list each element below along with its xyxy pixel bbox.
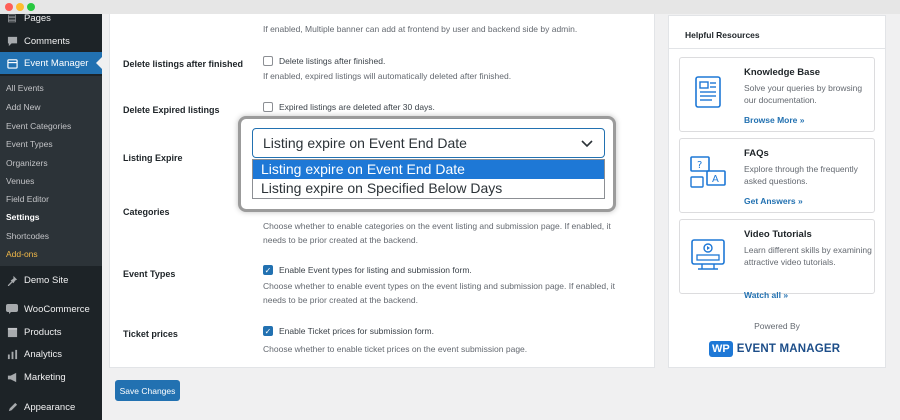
maximize-window-dot[interactable]	[27, 3, 35, 11]
delete-expired-label: Delete Expired listings	[123, 105, 220, 115]
card-text: Solve your queries by browsing our docum…	[744, 83, 863, 105]
delete-after-finished-checkbox[interactable]	[263, 56, 273, 66]
event-types-description-line2: needs to be prior created at the backend…	[263, 295, 418, 305]
submenu-event-categories[interactable]: Event Categories	[6, 121, 71, 131]
helpful-resources-panel: Helpful Resources Knowledge Base Solve y…	[668, 15, 886, 368]
pin-icon	[6, 274, 18, 286]
video-tutorial-icon	[691, 239, 725, 270]
window-titlebar	[0, 0, 900, 14]
chevron-down-icon	[581, 140, 593, 148]
submenu-add-ons[interactable]: Add-ons	[6, 249, 38, 259]
event-types-label: Event Types	[123, 269, 176, 279]
sidebar-item-label: WooCommerce	[24, 303, 90, 315]
submenu-shortcodes[interactable]: Shortcodes	[6, 231, 49, 241]
sidebar-item-comments[interactable]: Comments	[0, 30, 102, 52]
close-window-dot[interactable]	[5, 3, 13, 11]
watch-all-link[interactable]: Watch all »	[744, 290, 788, 300]
logo-badge: WP	[709, 341, 733, 357]
delete-after-finished-label: Delete listings after finished	[123, 59, 244, 69]
listing-expire-option-specified-days[interactable]: Listing expire on Specified Below Days	[253, 179, 604, 198]
card-text: Learn different skills by examining attr…	[744, 245, 872, 267]
appearance-icon	[6, 401, 18, 413]
listing-expire-dropdown-callout: Listing expire on Event End Date Listing…	[238, 116, 616, 212]
submenu-field-editor[interactable]: Field Editor	[6, 194, 49, 204]
ticket-prices-checkbox[interactable]: ✓	[263, 326, 273, 336]
event-manager-icon	[6, 57, 18, 69]
sidebar-item-marketing[interactable]: Marketing	[0, 366, 102, 388]
listing-expire-options: Listing expire on Event End Date Listing…	[252, 159, 605, 199]
faq-icon: ? A	[690, 156, 726, 188]
admin-sidebar: ▤ Pages Comments Event Manager All Event…	[0, 0, 102, 420]
minimize-window-dot[interactable]	[16, 3, 24, 11]
sidebar-item-products[interactable]: Products	[0, 321, 102, 343]
svg-text:A: A	[712, 174, 719, 185]
sidebar-item-analytics[interactable]: Analytics	[0, 343, 102, 365]
svg-text:?: ?	[697, 160, 702, 171]
categories-description-line2: needs to be prior created at the backend…	[263, 235, 418, 245]
sidebar-item-label: Products	[24, 326, 62, 338]
comments-icon	[6, 35, 18, 47]
resource-card-video-tutorials: Video Tutorials Learn different skills b…	[679, 219, 875, 300]
analytics-icon	[6, 348, 18, 360]
event-types-checkbox-label: Enable Event types for listing and submi…	[279, 265, 472, 275]
sidebar-item-label: Marketing	[24, 371, 66, 383]
wp-event-manager-logo: WP EVENT MANAGER	[709, 338, 849, 360]
submenu-add-new[interactable]: Add New	[6, 102, 41, 112]
submenu-event-types[interactable]: Event Types	[6, 139, 53, 149]
delete-after-finished-checkbox-label: Delete listings after finished.	[279, 56, 386, 66]
sidebar-item-label: Pages	[24, 12, 51, 24]
card-title: FAQs	[744, 148, 769, 159]
sidebar-item-event-manager[interactable]: Event Manager	[0, 52, 102, 74]
card-title: Knowledge Base	[744, 67, 821, 78]
multiple-banner-description: If enabled, Multiple banner can add at f…	[263, 24, 578, 34]
sidebar-item-label: Event Manager	[24, 57, 89, 69]
sidebar-item-demo-site[interactable]: Demo Site	[0, 269, 102, 291]
sidebar-item-label: Appearance	[24, 401, 76, 413]
listing-expire-selected-value: Listing expire on Event End Date	[263, 135, 467, 151]
ticket-prices-checkbox-label: Enable Ticket prices for submission form…	[279, 326, 434, 336]
delete-after-finished-description: If enabled, expired listings will automa…	[263, 71, 512, 81]
marketing-icon	[6, 371, 18, 383]
sidebar-item-label: Comments	[24, 35, 70, 47]
submenu-venues[interactable]: Venues	[6, 176, 34, 186]
sidebar-item-appearance[interactable]: Appearance	[0, 396, 102, 418]
delete-expired-checkbox[interactable]	[263, 102, 273, 112]
event-types-checkbox[interactable]: ✓	[263, 265, 273, 275]
listing-expire-option-end-date[interactable]: Listing expire on Event End Date	[253, 160, 604, 179]
browse-more-link[interactable]: Browse More »	[744, 115, 804, 125]
listing-expire-label: Listing Expire	[123, 153, 183, 163]
knowledge-base-icon	[695, 76, 721, 108]
logo-text: EVENT MANAGER	[736, 343, 841, 355]
get-answers-link[interactable]: Get Answers »	[744, 196, 803, 206]
event-types-description-line1: Choose whether to enable event types on …	[263, 281, 616, 291]
submenu-organizers[interactable]: Organizers	[6, 158, 48, 168]
helpful-resources-title: Helpful Resources	[685, 30, 760, 40]
save-changes-button[interactable]: Save Changes	[115, 380, 180, 401]
categories-label: Categories	[123, 207, 170, 217]
sidebar-item-label: Demo Site	[24, 274, 69, 286]
sidebar-item-woocommerce[interactable]: WooCommerce	[0, 298, 102, 320]
sidebar-item-label: Analytics	[24, 348, 63, 360]
resource-card-faqs: ? A FAQs Explore through the frequently …	[679, 138, 875, 213]
products-icon	[6, 326, 18, 338]
delete-expired-checkbox-label: Expired listings are deleted after 30 da…	[279, 102, 435, 112]
woocommerce-icon	[6, 303, 18, 315]
categories-description-line1: Choose whether to enable categories on t…	[263, 221, 611, 231]
card-text: Explore through the frequently asked que…	[744, 164, 858, 186]
card-title: Video Tutorials	[744, 229, 812, 240]
listing-expire-select[interactable]: Listing expire on Event End Date	[252, 128, 605, 158]
powered-by-text: Powered By	[754, 321, 800, 331]
ticket-prices-description: Choose whether to enable ticket prices o…	[263, 344, 528, 354]
event-manager-submenu: All Events Add New Event Categories Even…	[0, 76, 102, 266]
submenu-settings[interactable]: Settings	[6, 212, 40, 222]
ticket-prices-label: Ticket prices	[123, 329, 178, 339]
divider	[669, 48, 885, 49]
submenu-all-events[interactable]: All Events	[6, 83, 44, 93]
resource-card-knowledge-base: Knowledge Base Solve your queries by bro…	[679, 57, 875, 132]
